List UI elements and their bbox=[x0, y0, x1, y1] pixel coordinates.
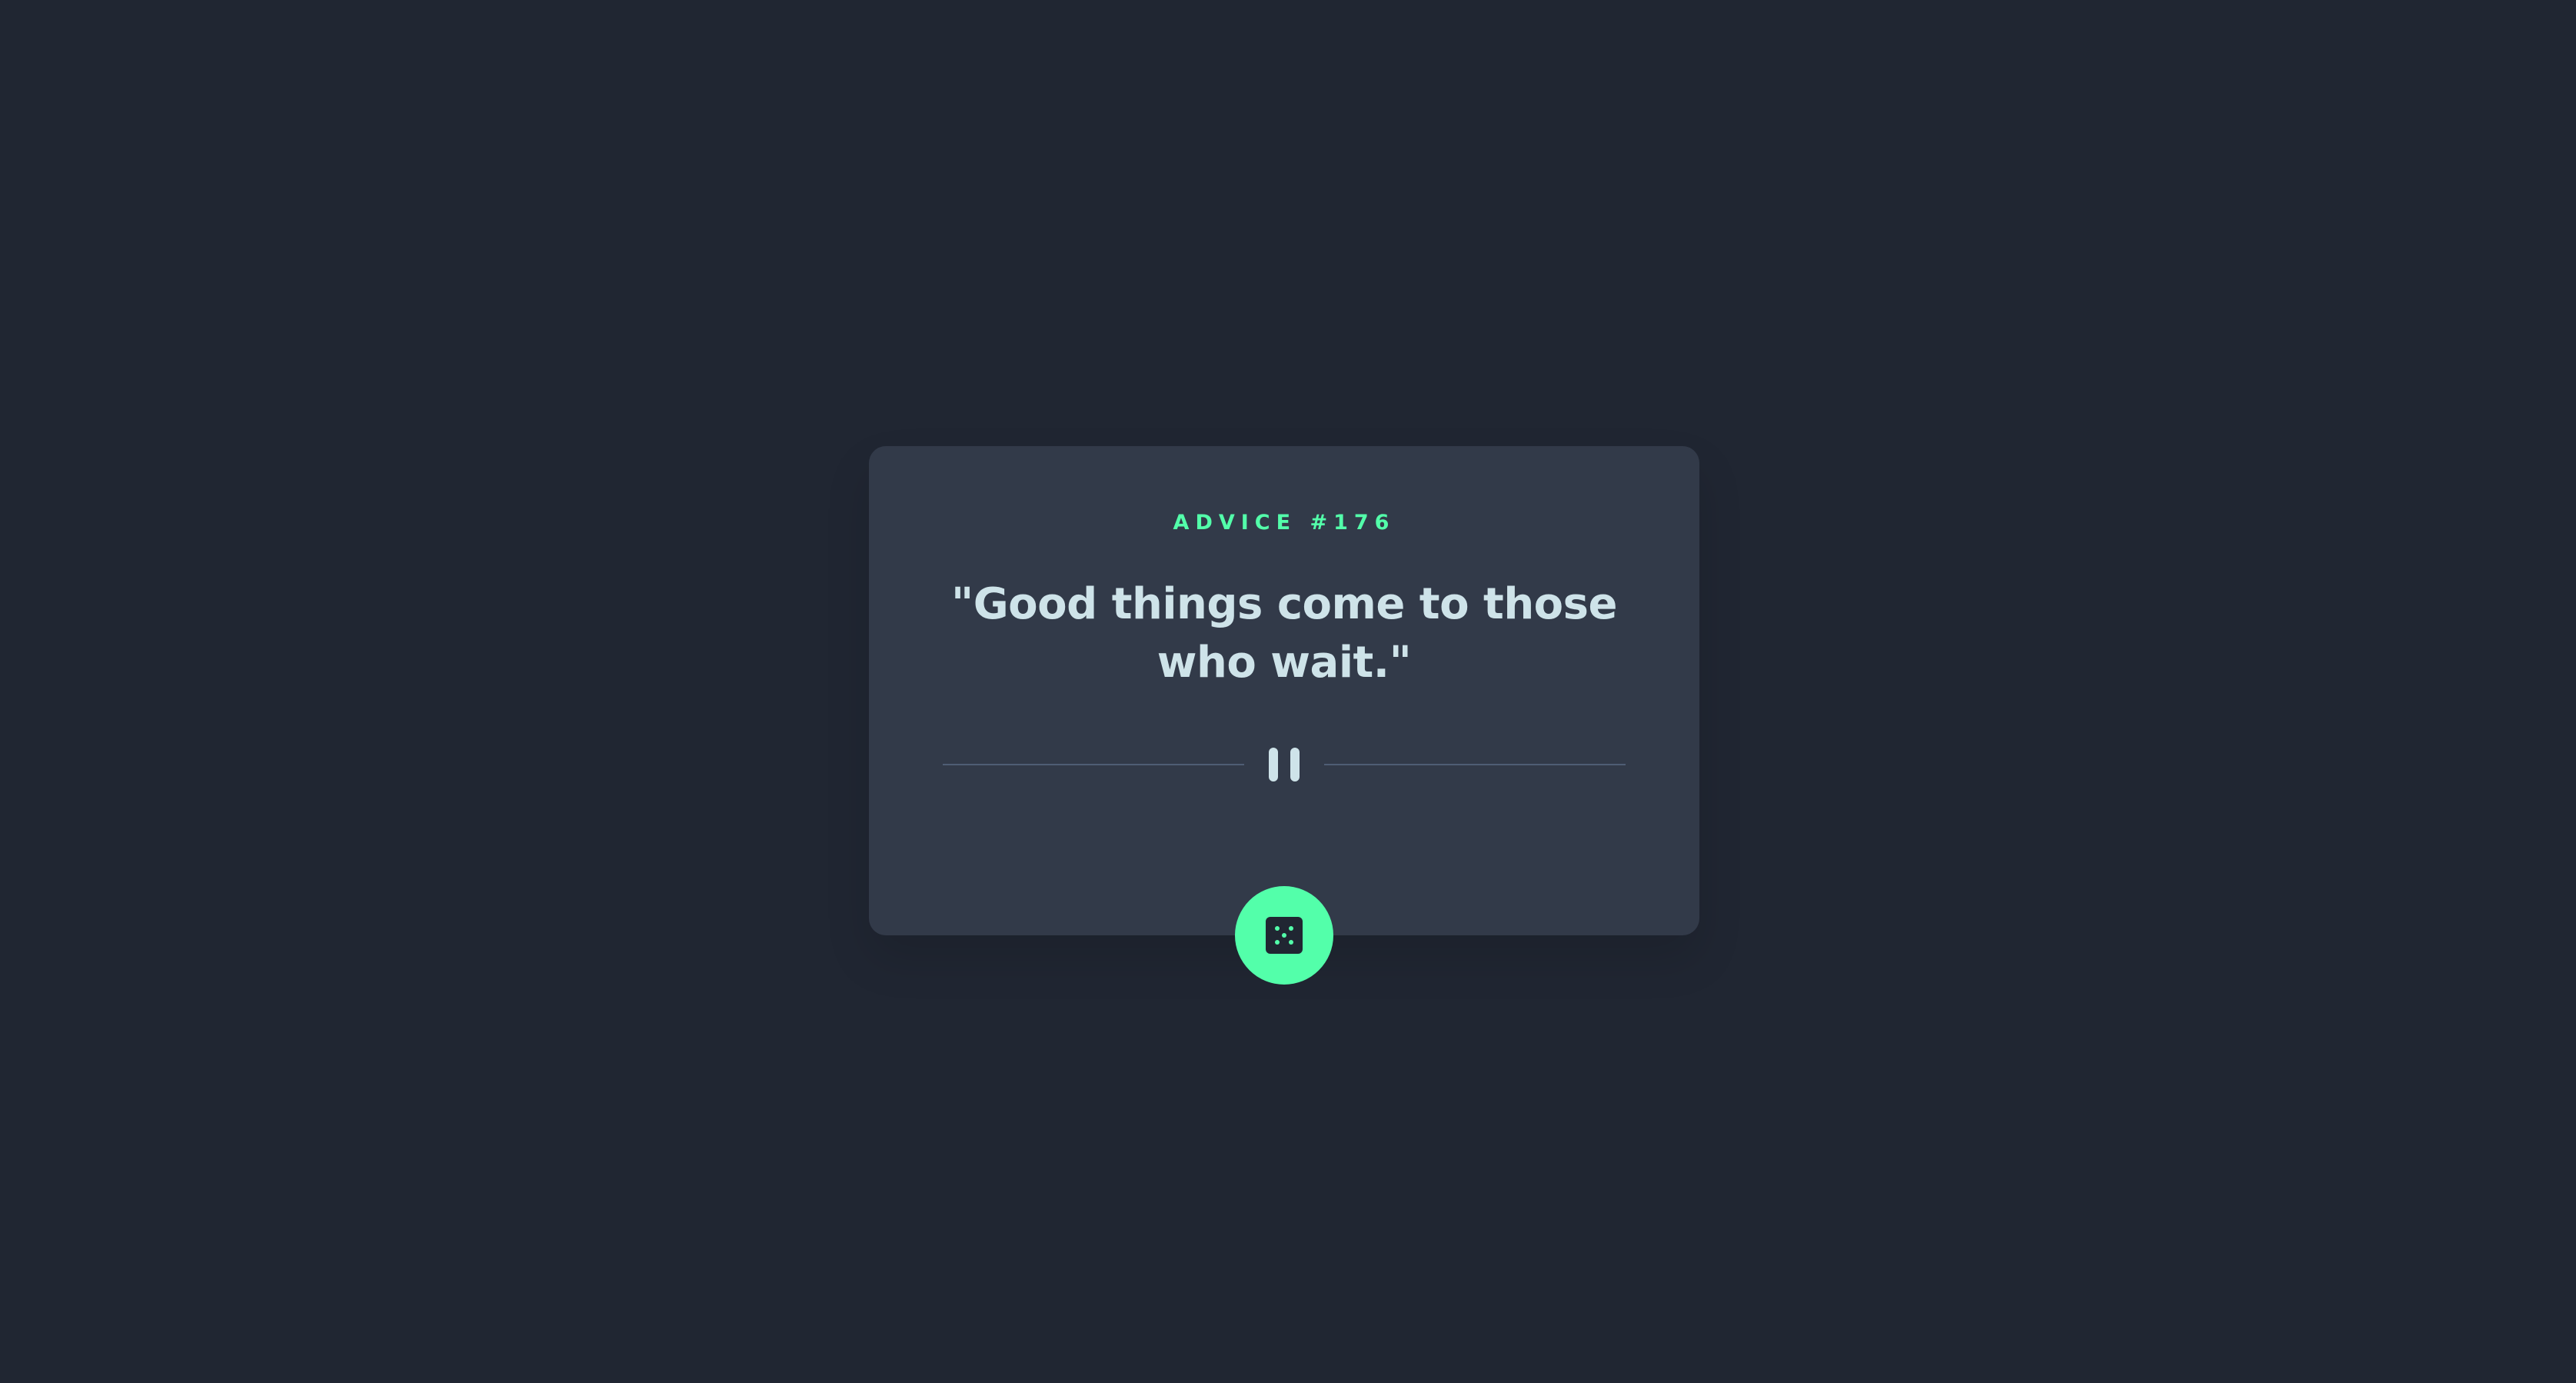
dice-icon bbox=[1266, 917, 1303, 954]
advice-quote: "Good things come to those who wait." bbox=[951, 579, 1617, 688]
advice-card: ADVICE #176 "Good things come to those w… bbox=[869, 446, 1699, 985]
divider-bar-right bbox=[1290, 748, 1300, 781]
advice-id-label: ADVICE #176 bbox=[1173, 511, 1396, 535]
divider-bar-left bbox=[1269, 748, 1278, 781]
new-advice-dice-button[interactable] bbox=[1235, 886, 1333, 985]
pause-quote-divider-icon bbox=[943, 748, 1626, 781]
pattern-divider bbox=[943, 746, 1626, 783]
